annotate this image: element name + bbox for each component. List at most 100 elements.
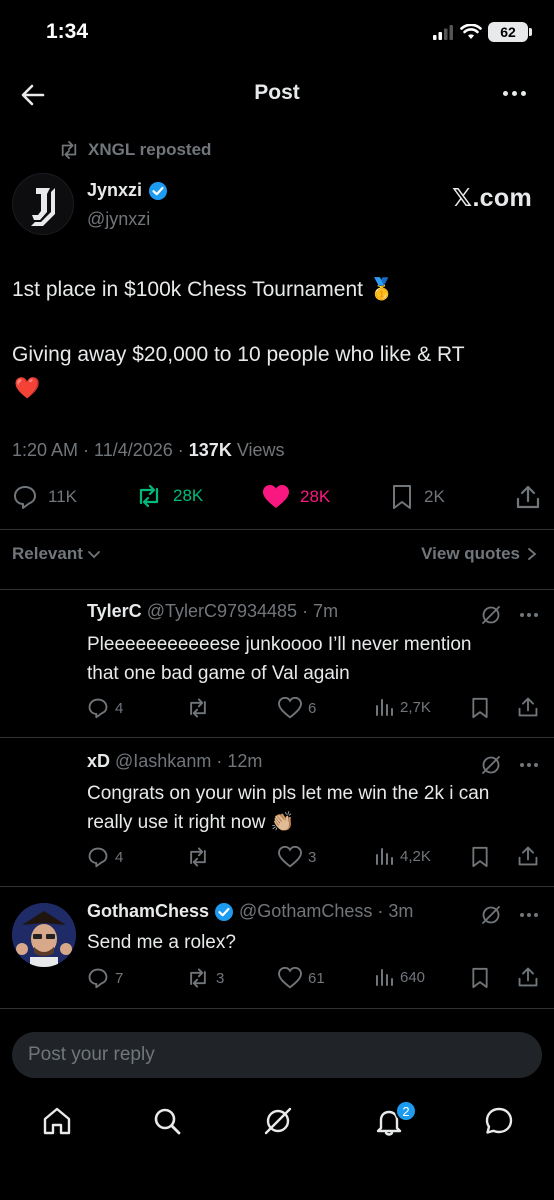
- reply-author-avatar[interactable]: [12, 903, 76, 967]
- reply-header[interactable]: TylerC @TylerC97934485 · 7m: [87, 601, 338, 622]
- reply-text: Pleeeeeeeeeeese junkoooo I’ll never ment…: [87, 630, 542, 688]
- more-options-icon[interactable]: [520, 763, 538, 767]
- reply-text-line: really use it right now 👏🏼: [87, 812, 295, 833]
- heart-filled-icon: [263, 485, 289, 508]
- battery-icon: 62: [488, 22, 532, 42]
- wifi-icon: [460, 24, 482, 39]
- home-icon[interactable]: [40, 1104, 74, 1138]
- reply-views-button[interactable]: 4,2K: [374, 846, 431, 866]
- reply-author-name[interactable]: TylerC: [87, 601, 142, 622]
- bookmark-icon: [472, 967, 488, 989]
- reply-text-line: Congrats on your win pls let me win the …: [87, 783, 490, 804]
- reply-share-button[interactable]: [517, 966, 539, 988]
- more-options-icon[interactable]: [520, 613, 538, 617]
- share-icon: [516, 485, 540, 509]
- divider: [0, 1008, 554, 1009]
- reply-button[interactable]: 11K: [12, 484, 77, 510]
- reply-repost-button[interactable]: [186, 846, 216, 868]
- reply-author-handle[interactable]: @GothamChess: [239, 901, 372, 922]
- like-button[interactable]: 28K: [262, 484, 330, 510]
- reply-text: Send me a rolex?: [87, 928, 542, 957]
- reply-time: · 7m: [302, 601, 339, 621]
- reply-reply-button[interactable]: 7: [87, 967, 123, 989]
- status-icons: 62: [432, 22, 532, 42]
- more-options-icon[interactable]: [503, 91, 526, 96]
- share-button[interactable]: [515, 484, 541, 510]
- reply-icon: [88, 847, 108, 868]
- repost-count: 3: [216, 969, 225, 987]
- verified-badge-icon: [149, 181, 168, 200]
- like-count: 61: [308, 969, 325, 987]
- bookmark-button[interactable]: 2K: [390, 484, 445, 510]
- author-handle[interactable]: @jynxzi: [87, 209, 150, 230]
- grok-icon[interactable]: [261, 1104, 295, 1138]
- author-name[interactable]: Jynxzi: [87, 180, 142, 201]
- post-meta[interactable]: 1:20 AM · 11/4/2026 · 137K Views: [12, 440, 285, 461]
- divider: [0, 589, 554, 590]
- repost-icon: [139, 484, 159, 508]
- search-icon[interactable]: [150, 1104, 184, 1138]
- reply-tools: [480, 904, 538, 926]
- views-count: 137K: [188, 440, 232, 460]
- sort-dropdown[interactable]: Relevant: [12, 544, 101, 564]
- like-count: 28K: [300, 487, 331, 506]
- share-icon: [518, 967, 538, 987]
- post-text-line: 1st place in $100k Chess Tournament 🥇: [12, 278, 395, 301]
- views-count: 4,2K: [400, 847, 431, 865]
- reply-like-button[interactable]: 61: [278, 967, 325, 989]
- author-avatar[interactable]: [12, 173, 74, 235]
- reply-like-button[interactable]: 6: [278, 697, 316, 719]
- reply-header[interactable]: xD @Iashkanm · 12m: [87, 751, 262, 772]
- grok-icon[interactable]: [480, 904, 502, 926]
- heart-icon: [278, 967, 302, 989]
- reply-text-line: that one bad game of Val again: [87, 663, 350, 684]
- battery-level: 62: [500, 24, 516, 40]
- reply-author-name[interactable]: xD: [87, 751, 110, 772]
- reply-views-button[interactable]: 2,7K: [374, 697, 431, 717]
- reply-icon: [88, 698, 108, 719]
- repost-text: XNGL reposted: [88, 140, 212, 159]
- view-quotes-link[interactable]: View quotes: [421, 544, 538, 564]
- reply-tools: [480, 604, 538, 626]
- reply-repost-button[interactable]: 3: [186, 967, 224, 989]
- reply-author-handle[interactable]: @Iashkanm: [115, 751, 211, 772]
- reply-bookmark-button[interactable]: [470, 697, 490, 719]
- reply-bookmark-button[interactable]: [470, 967, 490, 989]
- author-name-row[interactable]: Jynxzi: [87, 180, 168, 201]
- grok-icon[interactable]: [480, 754, 502, 776]
- views-label: Views: [231, 440, 285, 460]
- reply-count: 7: [115, 969, 124, 987]
- repost-indicator[interactable]: XNGL reposted: [58, 140, 211, 160]
- status-time: 1:34: [46, 20, 89, 43]
- reply-header[interactable]: GothamChess @GothamChess · 3m: [87, 901, 413, 922]
- reply-author-handle[interactable]: @TylerC97934485: [147, 601, 297, 622]
- grok-icon[interactable]: [480, 604, 502, 626]
- reply-placeholder: Post your reply: [28, 1044, 155, 1065]
- reply-author-name[interactable]: GothamChess: [87, 901, 209, 922]
- reply-reply-button[interactable]: 4: [87, 846, 123, 868]
- reply-like-button[interactable]: 3: [278, 846, 316, 868]
- repost-icon: [61, 141, 77, 159]
- x-com-watermark: 𝕏.com: [452, 184, 532, 212]
- like-count: 3: [308, 848, 317, 866]
- divider: [0, 886, 554, 887]
- reply-reply-button[interactable]: 4: [87, 697, 123, 719]
- verified-badge-icon: [215, 902, 234, 921]
- reply-input[interactable]: Post your reply: [12, 1032, 542, 1078]
- messages-icon[interactable]: [482, 1104, 516, 1138]
- post-timestamp: 1:20 AM · 11/4/2026 ·: [12, 440, 189, 460]
- reply-share-button[interactable]: [517, 696, 539, 718]
- chevron-right-icon: [528, 548, 537, 560]
- repost-button[interactable]: 28K: [135, 484, 203, 508]
- views-count: 640: [400, 968, 426, 986]
- page-title: Post: [254, 81, 300, 104]
- reply-views-button[interactable]: 640: [374, 967, 425, 987]
- reply-time: · 3m: [377, 901, 414, 921]
- reply-repost-button[interactable]: [186, 697, 216, 719]
- reply-bookmark-button[interactable]: [470, 846, 490, 868]
- jynxzi-logo-icon: [31, 188, 55, 226]
- more-options-icon[interactable]: [520, 913, 538, 917]
- reply-share-button[interactable]: [517, 845, 539, 867]
- divider: [0, 737, 554, 738]
- reply-tools: [480, 754, 538, 776]
